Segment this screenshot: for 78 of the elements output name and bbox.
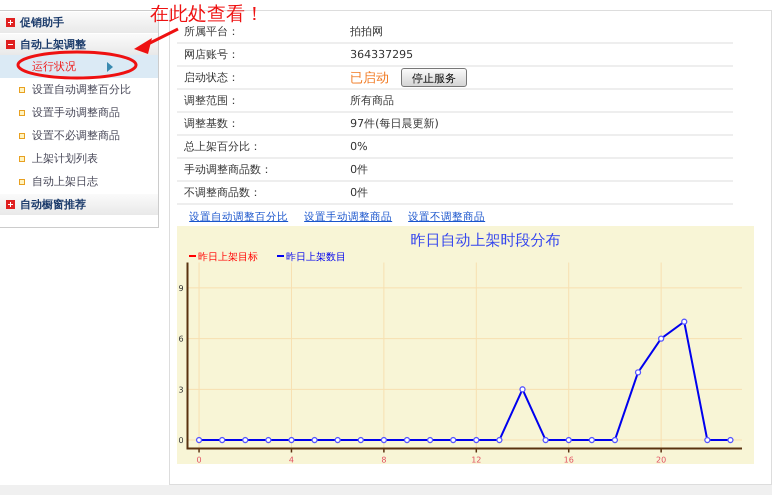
data-point [612,436,618,444]
bullet-icon [19,110,25,116]
x-tick-label: 16 [564,456,574,464]
data-point [588,436,596,444]
section-title: 自动上架调整 [20,37,86,52]
legend-label: 昨日上架目标 [198,251,258,263]
x-tick-label: 4 [289,456,294,464]
bullet-icon [19,178,25,184]
field-label: 手动调整商品数： [183,162,274,177]
field-label: 总上架百分比： [183,139,262,154]
data-point [473,436,480,444]
data-point [196,436,202,444]
x-tick-label: 20 [656,456,666,464]
x-tick-label: 0 [196,456,202,464]
data-point [704,436,711,444]
data-point [727,436,734,444]
data-point [450,436,456,444]
data-point [334,436,341,444]
stop-button[interactable]: 停止服务 [401,68,468,87]
sidebar-item[interactable]: 设置自动调整百分比 [0,78,158,101]
x-tick-label: 8 [381,456,387,464]
field-label: 调整范围： [183,93,240,108]
data-point [288,436,295,444]
field-label: 调整基数： [183,116,240,131]
data-point [242,436,249,444]
section-header[interactable]: 自动上架调整 [0,33,158,55]
status-text: 已启动 [350,70,390,86]
arrow-icon [134,28,179,54]
field-value: 0% [350,140,368,153]
field-value: 97件(每日晨更新) [350,116,439,131]
data-point [542,436,549,444]
field-label: 所属平台： [183,24,240,39]
data-point [681,318,688,325]
field-label: 不调整商品数： [183,185,262,200]
legend-item: 昨日上架数目 [277,252,346,263]
data-point [566,436,572,444]
data-point [380,436,388,444]
bullet-icon [19,86,25,92]
bullet-icon [19,156,25,162]
sidebar-item[interactable]: 设置手动调整商品 [0,101,158,124]
sidebar-item[interactable]: 自动上架日志 [0,170,158,193]
field-label: 启动状态： [183,70,240,85]
data-point [496,436,503,444]
section-header[interactable]: 自动橱窗推荐 [0,193,158,215]
y-tick-label: 3 [178,385,184,394]
data-point [427,436,434,444]
triangle-icon [107,62,113,72]
legend-item: 昨日上架目标 [189,252,258,263]
data-point [312,436,318,444]
y-tick-label: 6 [178,334,184,344]
x-tick-label: 12 [471,456,482,464]
y-axis: 0 3 6 9 [178,262,189,448]
x-axis: 0 4 8 12 16 20 [186,448,742,464]
field-value: 364337295 [350,48,414,61]
y-tick-label: 9 [178,284,184,293]
data-point [404,436,410,444]
data-point [219,436,226,444]
field-label: 网店账号： [183,47,240,62]
settings-link[interactable]: 设置自动调整百分比 [189,210,288,224]
section-title: 自动橱窗推荐 [20,197,86,212]
data-point [658,335,664,342]
data-point [265,436,272,444]
chart-title: 昨日自动上架时段分布 [410,231,561,249]
data-point [520,386,526,392]
sidebar-item[interactable]: 设置不必调整商品 [0,124,158,147]
field-value: 所有商品 [350,93,394,108]
y-tick-label: 0 [178,436,184,446]
section-title: 促销助手 [20,15,64,30]
data-point [358,436,364,444]
settings-link[interactable]: 设置手动调整商品 [304,210,392,224]
field-value: 0件 [350,162,368,177]
bullet-icon [19,132,25,138]
sidebar-item[interactable]: 上架计划列表 [0,147,158,170]
legend-label: 昨日上架数目 [286,251,346,263]
settings-link[interactable]: 设置不调整商品 [408,210,486,224]
data-point [635,369,642,376]
field-value: 拍拍网 [350,24,384,39]
field-value: 0件 [350,185,368,200]
